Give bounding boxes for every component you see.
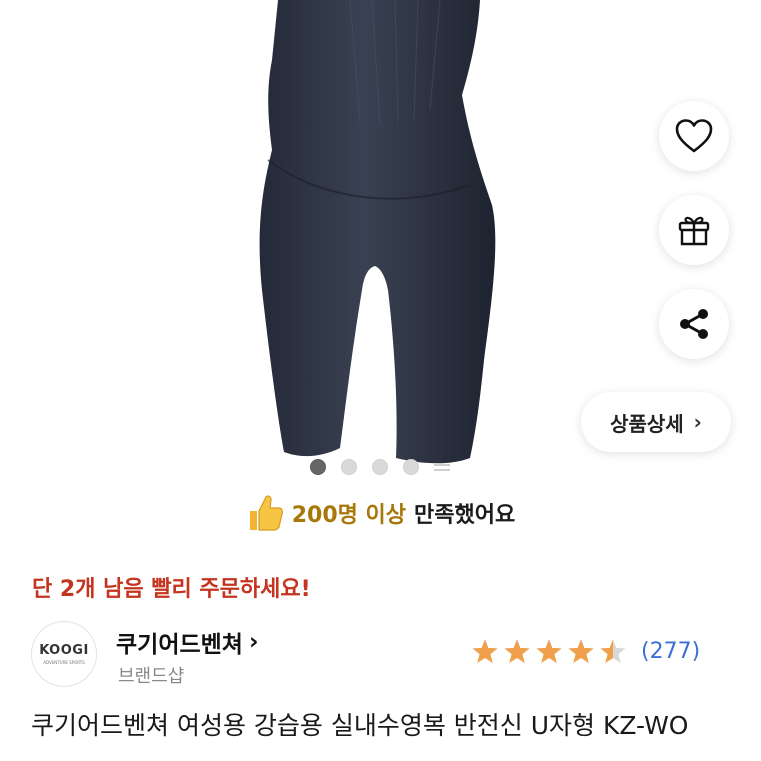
satisfaction-banner: 200명 이상 만족했어요 bbox=[0, 493, 761, 533]
satisfaction-count: 200명 이상 bbox=[291, 503, 407, 528]
gallery-more-icon[interactable] bbox=[434, 460, 450, 474]
gift-button[interactable] bbox=[659, 195, 729, 265]
gift-icon bbox=[678, 216, 710, 246]
product-title: 쿠기어드벤쳐 여성용 강습용 실내수영복 반전신 U자형 KZ-WO bbox=[31, 711, 689, 740]
star-icon bbox=[536, 639, 562, 663]
chevron-right-icon: › bbox=[693, 410, 702, 434]
star-icon bbox=[472, 639, 498, 663]
gallery-dot[interactable] bbox=[341, 459, 357, 475]
swimsuit-shape bbox=[259, 0, 496, 464]
heart-icon bbox=[675, 119, 713, 153]
brand-name: 쿠기어드벤쳐 bbox=[116, 632, 243, 658]
brand-logo[interactable]: KOOGI ADVENTURE SPORTS bbox=[31, 621, 97, 687]
brand-logo-text: KOOGI bbox=[39, 643, 89, 658]
star-icon bbox=[568, 639, 594, 663]
wishlist-button[interactable] bbox=[659, 101, 729, 171]
star-rating bbox=[471, 638, 627, 665]
stock-alert: 단 2개 남음 빨리 주문하세요! bbox=[32, 577, 311, 602]
gallery-pagination[interactable] bbox=[310, 459, 450, 475]
gallery-dot[interactable] bbox=[310, 459, 326, 475]
star-icon bbox=[504, 639, 530, 663]
satisfaction-text: 만족했어요 bbox=[414, 503, 516, 528]
brand-name-link[interactable]: 쿠기어드벤쳐 › bbox=[116, 625, 258, 659]
product-detail-button[interactable]: 상품상세 › bbox=[581, 392, 731, 452]
product-gallery[interactable]: 상품상세 › bbox=[0, 0, 761, 480]
chevron-right-icon: › bbox=[248, 629, 259, 655]
thumbs-up-icon bbox=[249, 495, 283, 531]
star-icon bbox=[600, 639, 626, 663]
brand-type: 브랜드샵 bbox=[118, 666, 185, 687]
gallery-dot[interactable] bbox=[403, 459, 419, 475]
gallery-dot[interactable] bbox=[372, 459, 388, 475]
share-icon bbox=[680, 309, 708, 339]
brand-logo-subtext: ADVENTURE SPORTS bbox=[43, 660, 85, 665]
share-button[interactable] bbox=[659, 289, 729, 359]
product-detail-label: 상품상세 bbox=[610, 411, 684, 436]
review-count-link[interactable]: (277) bbox=[641, 639, 700, 664]
rating-summary[interactable]: (277) bbox=[471, 638, 700, 665]
